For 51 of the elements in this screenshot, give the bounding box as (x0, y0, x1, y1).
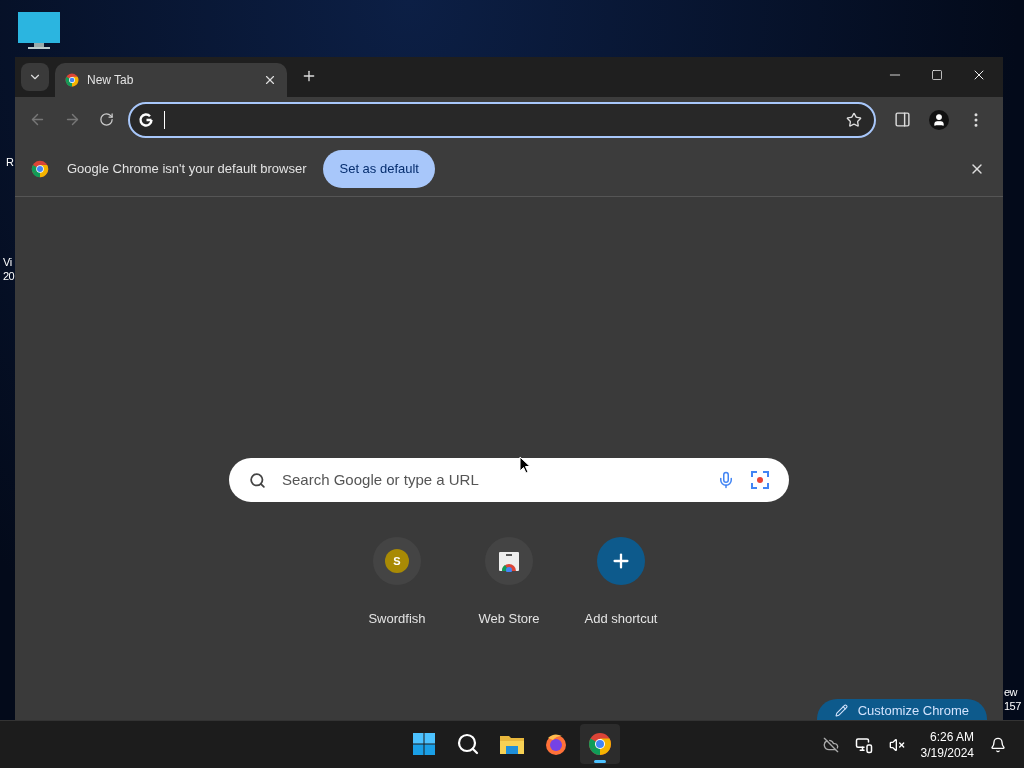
infobar-message: Google Chrome isn't your default browser (67, 160, 307, 179)
desktop-icon-label: 20 (3, 269, 15, 283)
browser-tab[interactable]: New Tab (55, 63, 287, 97)
reload-icon[interactable] (99, 112, 114, 127)
desktop-icon-label: R (6, 155, 14, 169)
active-indicator (594, 760, 606, 763)
search-placeholder: Search Google or type a URL (282, 469, 480, 490)
notification-icon[interactable] (990, 736, 1006, 753)
search-icon (456, 732, 480, 756)
shortcut-label[interactable]: Swordfish (368, 609, 426, 629)
muted-speaker-icon[interactable] (888, 736, 905, 753)
customize-chrome-button[interactable]: Customize Chrome (816, 699, 987, 720)
tab-search-button[interactable] (21, 63, 49, 91)
search-icon (249, 471, 266, 489)
computer-icon[interactable] (18, 12, 60, 50)
store-bag-icon (498, 550, 520, 572)
desktop-icon-label: 157 (1004, 699, 1021, 713)
address-bar[interactable] (128, 101, 876, 138)
side-panel-icon[interactable] (894, 111, 911, 128)
windows-logo-icon (412, 732, 436, 756)
desktop-icon-label: Vi (3, 255, 13, 269)
back-icon[interactable] (29, 111, 46, 128)
folder-icon (499, 733, 525, 755)
microphone-icon[interactable] (717, 471, 735, 489)
profile-icon[interactable] (929, 109, 949, 130)
search-box[interactable]: Search Google or type a URL (229, 458, 789, 502)
star-icon[interactable] (846, 111, 862, 128)
google-icon (138, 111, 154, 128)
taskbar-app[interactable] (580, 724, 620, 764)
tab-title: New Tab (87, 72, 135, 89)
cloud-off-icon[interactable] (822, 736, 839, 753)
fox-globe-icon (544, 732, 568, 756)
clock-time[interactable]: 6:26 AM (929, 728, 974, 745)
pencil-icon (834, 704, 848, 717)
desktop-icon-label: ew (1004, 685, 1019, 699)
camera-lens-icon[interactable] (751, 471, 769, 489)
clock-date[interactable]: 3/19/2024 (920, 744, 974, 761)
text-caret (164, 110, 165, 129)
forward-icon[interactable] (64, 111, 81, 128)
maximize-icon[interactable] (931, 69, 943, 81)
shortcut-label[interactable]: Web Store (478, 609, 540, 629)
new-tab-icon[interactable] (301, 68, 317, 84)
network-icon[interactable] (854, 735, 873, 754)
set-default-button[interactable]: Set as default (323, 150, 435, 188)
shortcut-label[interactable]: Add shortcut (584, 609, 658, 629)
chrome-logo-icon (588, 732, 612, 756)
site-initial: S (385, 549, 409, 573)
close-icon[interactable] (263, 73, 277, 87)
chrome-logo-icon (31, 160, 49, 178)
chrome-tab-icon (65, 73, 79, 87)
mouse-cursor-icon (519, 456, 531, 474)
